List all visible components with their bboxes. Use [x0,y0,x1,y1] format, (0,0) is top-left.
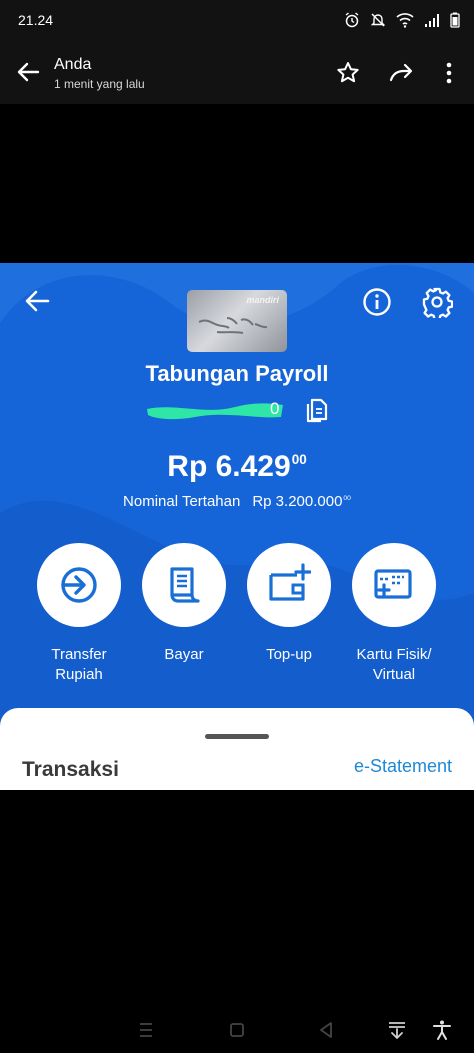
star-icon[interactable] [335,60,361,86]
balance-main: Rp 6.429 [167,450,291,483]
action-circle[interactable] [142,543,226,627]
system-nav-bar [0,1005,474,1053]
redaction-mark [147,403,283,420]
copy-icon[interactable] [305,396,331,424]
recents-icon[interactable] [135,1019,157,1041]
transactions-title: Transaksi [22,758,119,781]
status-icons [344,12,460,28]
screenshot-icon[interactable] [386,1019,408,1041]
action-circle[interactable] [37,543,121,627]
debit-card-image: mandiri [187,290,287,352]
account-number-tail: 0 [270,399,280,418]
held-amount-decimals: 00 [343,494,351,502]
wifi-icon [396,13,414,28]
mute-icon [370,13,386,27]
info-icon[interactable] [362,287,392,317]
action-label: Top-up [266,646,312,663]
e-statement-link[interactable]: e-Statement [354,756,452,777]
battery-icon [450,12,460,28]
action-label: Transfer Rupiah [51,646,107,683]
held-amount-main: Rp 3.200.000 [252,493,343,510]
chat-subtitle: 1 menit yang lalu [54,77,145,91]
alarm-icon [345,12,359,28]
status-bar: 21.24 [0,0,474,40]
more-vert-icon[interactable] [436,60,462,86]
transactions-sheet: Transaksi e-Statement [0,708,474,790]
action-top-up[interactable]: Top-up [234,543,344,665]
action-transfer-rupiah[interactable]: Transfer Rupiah [24,543,134,685]
forward-icon[interactable] [388,60,414,86]
chat-title: Anda [54,56,92,73]
balance-decimals: 00 [291,451,307,467]
action-circle[interactable] [352,543,436,627]
action-kartu-fisik-virtual[interactable]: Kartu Fisik/ Virtual [339,543,449,685]
home-icon[interactable] [226,1019,248,1041]
bill-icon [170,567,200,603]
gear-icon[interactable] [421,286,453,318]
action-bayar[interactable]: Bayar [129,543,239,665]
signal-icon [425,14,439,27]
balance-amount: Rp 6.42900 [0,450,474,484]
wallet-add-icon [269,563,311,601]
held-amount: Rp 3.200.00000 [252,493,351,510]
card-brand-logo: mandiri [246,295,279,305]
app-bar: Anda 1 menit yang lalu [0,40,474,104]
back-arrow-icon[interactable] [14,58,42,86]
status-time: 21.24 [18,12,54,28]
back-triangle-icon[interactable] [315,1019,337,1041]
back-arrow-icon[interactable] [22,287,52,315]
card-add-icon [374,569,412,599]
indonesia-map-graphic [198,317,268,334]
shared-image-banking-screen[interactable]: mandiri Tabungan Payroll 0 Rp 6.42900 No… [0,263,474,790]
held-amount-row: Nominal Tertahan Rp 3.200.00000 [0,493,474,510]
action-label: Kartu Fisik/ Virtual [356,646,432,683]
transfer-icon [61,567,97,603]
account-name: Tabungan Payroll [145,361,329,386]
action-label: Bayar [164,646,204,663]
action-circle[interactable] [247,543,331,627]
held-label: Nominal Tertahan [123,493,241,510]
accessibility-icon[interactable] [431,1019,453,1041]
sheet-drag-handle[interactable] [205,734,269,739]
